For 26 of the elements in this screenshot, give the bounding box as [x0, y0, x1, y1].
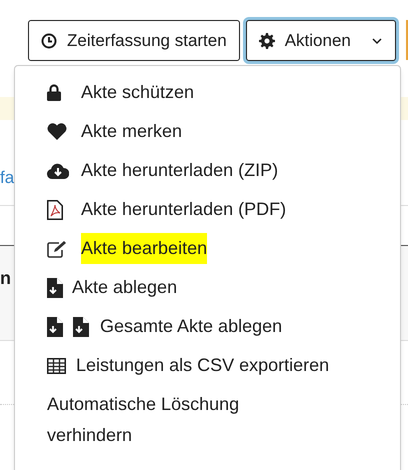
settings-icon: [258, 32, 275, 48]
time-tracking-button[interactable]: Zeiterfassung starten: [28, 20, 240, 61]
heart-icon: [47, 123, 67, 140]
menu-item[interactable]: Akte merken: [15, 112, 400, 151]
pdf-file-icon: [47, 200, 63, 220]
menu-item[interactable]: Gesamte Akte ablegen: [15, 307, 400, 346]
actions-button[interactable]: Aktionen: [246, 20, 396, 61]
caret-icon: [370, 36, 383, 44]
menu-item[interactable]: Leistungen als CSV exportieren: [15, 346, 400, 385]
link-text[interactable]: fa: [0, 164, 14, 190]
cloud-download-icon: [47, 162, 69, 178]
heading-text: n: [0, 266, 11, 290]
file-download-icon: [47, 278, 63, 298]
menu-item[interactable]: Akte bearbeiten: [15, 229, 400, 268]
menu-item[interactable]: Akte herunterladen (PDF): [15, 190, 400, 229]
clock-icon: [41, 32, 57, 48]
accent-bar: [406, 20, 408, 60]
menu-item[interactable]: Akte schützen: [15, 73, 400, 112]
menu-item[interactable]: Automatische Löschung verhindern: [15, 385, 400, 455]
menu-item[interactable]: Akte herunterladen (ZIP): [15, 151, 400, 190]
file-download-icon: [73, 316, 89, 336]
table-icon: [47, 358, 66, 374]
edit-icon: [47, 240, 67, 258]
file-download-icon: [47, 316, 63, 336]
menu-item[interactable]: Akte ablegen: [15, 268, 400, 307]
lock-icon: [47, 84, 61, 101]
